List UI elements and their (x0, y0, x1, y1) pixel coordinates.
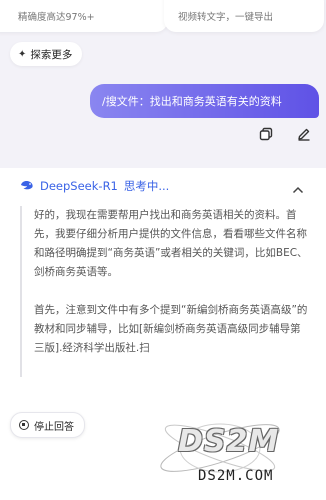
watermark-url: DS2M.COM (198, 468, 274, 484)
card-text: 视频转文字，一键导出 (178, 12, 274, 23)
sparkle-icon: ✦ (18, 48, 27, 60)
chevron-up-icon[interactable] (292, 180, 304, 194)
edit-icon[interactable] (296, 126, 312, 142)
user-message-text: /搜文件：找出和商务英语有关的资料 (102, 95, 282, 108)
thinking-paragraph: 好的，我现在需要帮用户找出和商务英语相关的资料。首先，我要仔细分析用户提供的文件… (34, 209, 308, 278)
copy-icon[interactable] (258, 126, 274, 142)
suggestion-card-video-to-text[interactable]: 视频转文字，一键导出 (164, 0, 324, 32)
deepseek-whale-icon (20, 179, 34, 194)
model-name: DeepSeek-R1 (40, 179, 118, 193)
watermark-main: DS2M (178, 424, 280, 459)
message-actions (258, 126, 312, 142)
user-message-bubble: /搜文件：找出和商务英语有关的资料 (90, 84, 319, 118)
watermark-logo: DS2M DS2M.COM (150, 418, 316, 496)
stop-answer-label: 停止回答 (34, 421, 74, 433)
thinking-content: 好的，我现在需要帮用户找出和商务英语相关的资料。首先，我要仔细分析用户提供的文件… (20, 206, 310, 377)
suggestion-card-transcription-accuracy[interactable]: 精确度高达97%+ (0, 0, 168, 32)
stop-answer-button[interactable]: 停止回答 (10, 412, 85, 438)
model-status-row: DeepSeek-R1 思考中... (20, 178, 169, 194)
thinking-status: 思考中... (123, 179, 170, 193)
stop-icon (19, 420, 29, 430)
explore-more-label: 探索更多 (30, 48, 73, 61)
thinking-paragraph: 首先，注意到文件中有多个提到“新编剑桥商务英语高级”的教材和同步辅导，比如[新编… (34, 304, 308, 354)
explore-more-button[interactable]: ✦ 探索更多 (10, 42, 83, 66)
suggestion-cards: 精确度高达97%+ 视频转文字，一键导出 (0, 0, 326, 38)
card-text: 精确度高达97%+ (18, 12, 95, 23)
